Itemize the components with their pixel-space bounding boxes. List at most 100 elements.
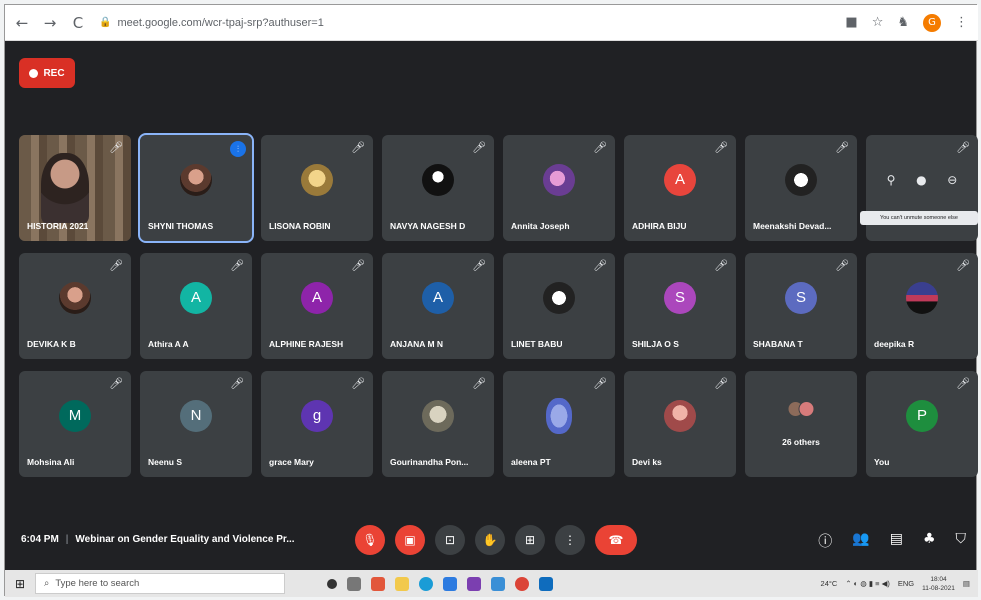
chat-icon[interactable]: ▤ — [890, 531, 903, 551]
present-button[interactable]: ⊞ — [515, 525, 545, 555]
participant-tile[interactable]: 🎤︎ Devi ks — [624, 371, 736, 477]
participant-tile[interactable]: A 🎤︎ Athira A A — [140, 253, 252, 359]
mic-off-icon: 🎤︎ — [714, 141, 728, 154]
participant-tile[interactable]: 🎤︎ HISTORIA 2021 — [19, 135, 131, 241]
participant-tile[interactable]: 🎤︎ Gourinandha Pon... — [382, 371, 494, 477]
tray-icons[interactable]: ⌃ ◐ ◍ ▮ ≡ ◀) — [845, 579, 890, 588]
app-icon[interactable] — [371, 576, 385, 591]
meeting-title: Webinar on Gender Equality and Violence … — [75, 534, 295, 545]
participant-tile[interactable]: 🎤︎ aleena PT — [503, 371, 615, 477]
rec-label: REC — [43, 67, 65, 79]
more-options-button[interactable]: ⋮ — [555, 525, 585, 555]
participant-tile[interactable]: S 🎤︎ SHABANA T — [745, 253, 857, 359]
participant-tile[interactable]: 🎤︎ deepika R — [866, 253, 978, 359]
mic-off-icon: 🎤︎ — [109, 377, 123, 390]
remove-icon[interactable]: ⊖ — [947, 173, 957, 187]
language-indicator[interactable]: ENG — [898, 579, 914, 588]
participant-name: Annita Joseph — [511, 221, 570, 231]
avatar — [664, 399, 696, 432]
forward-icon[interactable]: → — [39, 12, 61, 34]
avatar: S — [664, 281, 696, 314]
participant-tile[interactable]: A 🎤︎ ANJANA M N — [382, 253, 494, 359]
raise-hand-button[interactable]: ✋ — [475, 525, 505, 555]
participant-tile[interactable]: 🎤︎ Annita Joseph — [503, 135, 615, 241]
participant-tile[interactable]: g 🎤︎ grace Mary — [261, 371, 373, 477]
call-controls: 🎙 ▣ ⊡ ✋ ⊞ ⋮ ☎ — [355, 525, 637, 555]
participant-name: Mohsina Ali — [27, 457, 75, 467]
app-icon[interactable] — [467, 576, 481, 591]
avatar: A — [180, 281, 212, 314]
participant-tile[interactable]: ⚲ ● ⊖ 🎤︎ — [866, 135, 978, 241]
participant-tile[interactable]: S 🎤︎ SHILJA O S — [624, 253, 736, 359]
clock[interactable]: 18:04 11-08-2021 — [922, 575, 955, 593]
participant-tile[interactable]: 🎤︎ DEVIKA K B — [19, 253, 131, 359]
avatar: P — [906, 399, 938, 432]
people-icon[interactable]: 👥 — [852, 531, 869, 551]
leave-call-button[interactable]: ☎ — [595, 525, 637, 555]
taskbar-search[interactable]: ⌕ Type here to search — [35, 573, 285, 594]
notifications-icon[interactable]: ▤ — [963, 579, 970, 588]
lock-icon: 🔒 — [99, 17, 112, 28]
activities-icon[interactable]: ♣ — [923, 531, 936, 551]
windows-start-icon[interactable]: ⊞ — [5, 570, 35, 597]
participant-tile[interactable]: N 🎤︎ Neenu S — [140, 371, 252, 477]
avatar: A — [422, 281, 454, 314]
mic-off-icon: 🎤︎ — [230, 259, 244, 272]
info-icon[interactable]: ⓘ — [818, 531, 832, 551]
participant-name: Neenu S — [148, 457, 183, 467]
participant-name: aleena PT — [511, 457, 551, 467]
captions-button[interactable]: ⊡ — [435, 525, 465, 555]
mic-off-button[interactable]: 🎙 — [355, 525, 385, 555]
reload-icon[interactable]: C — [67, 12, 89, 34]
participant-name: ANJANA M N — [390, 339, 444, 349]
participant-tile[interactable]: P 🎤︎ You — [866, 371, 978, 477]
mute-icon[interactable]: ● — [916, 173, 926, 187]
search-placeholder: Type here to search — [55, 578, 140, 589]
participant-name: DEVIKA K B — [27, 339, 76, 349]
back-icon[interactable]: ← — [11, 12, 33, 34]
taskbar-apps — [327, 576, 553, 591]
participant-tile[interactable]: 🎤︎ LISONA ROBIN — [261, 135, 373, 241]
mic-off-icon: 🎤︎ — [835, 259, 849, 272]
tooltip: You can't unmute someone else — [860, 211, 978, 225]
task-view-icon[interactable] — [347, 576, 361, 591]
address-bar[interactable]: 🔒 meet.google.com/wcr-tpaj-srp?authuser=… — [99, 11, 699, 35]
extensions-icon[interactable]: ♞ — [897, 15, 909, 30]
mic-off-icon: 🎤︎ — [109, 259, 123, 272]
store-icon[interactable] — [443, 576, 457, 591]
edge-icon[interactable] — [419, 576, 433, 591]
system-tray: 24°C ⌃ ◐ ◍ ▮ ≡ ◀) ENG 18:04 11-08-2021 ▤ — [821, 575, 970, 593]
meeting-tools: ⓘ 👥 ▤ ♣ ⛉ — [818, 531, 966, 551]
avatar — [543, 281, 575, 314]
mic-off-icon: 🎤︎ — [472, 141, 486, 154]
mic-off-icon: 🎤︎ — [109, 141, 123, 154]
participant-tile[interactable]: A 🎤︎ ADHIRA BIJU — [624, 135, 736, 241]
participant-tile[interactable]: 26 others — [745, 371, 857, 477]
avatar: g — [301, 399, 333, 432]
camera-icon[interactable]: ■ — [845, 15, 857, 30]
file-explorer-icon[interactable] — [395, 576, 409, 591]
participant-tile[interactable]: A 🎤︎ ALPHINE RAJESH — [261, 253, 373, 359]
pin-icon[interactable]: ⚲ — [887, 173, 896, 187]
weather-text[interactable]: 24°C — [821, 579, 838, 588]
participant-tile[interactable]: M 🎤︎ Mohsina Ali — [19, 371, 131, 477]
participant-tile[interactable]: ⫶ SHYNI THOMAS — [138, 133, 254, 243]
profile-avatar[interactable]: G — [923, 13, 941, 32]
chrome-icon[interactable] — [515, 576, 529, 591]
host-controls-icon[interactable]: ⛉ — [956, 531, 967, 551]
cortana-icon[interactable] — [327, 578, 337, 589]
participant-tile[interactable]: 🎤︎ LINET BABU — [503, 253, 615, 359]
mail-icon[interactable] — [491, 576, 505, 591]
participant-name: HISTORIA 2021 — [27, 221, 89, 231]
menu-icon[interactable]: ⋮ — [955, 15, 968, 30]
participant-tile[interactable]: 🎤︎ Meenakshi Devad... — [745, 135, 857, 241]
separator: | — [65, 534, 69, 545]
participant-name: You — [874, 457, 890, 467]
clock-date: 11-08-2021 — [922, 584, 955, 592]
star-icon[interactable]: ☆ — [872, 15, 884, 30]
participant-tile[interactable]: 🎤︎ NAVYA NAGESH D — [382, 135, 494, 241]
mic-off-icon: 🎤︎ — [472, 259, 486, 272]
camera-off-button[interactable]: ▣ — [395, 525, 425, 555]
app-icon[interactable] — [539, 576, 553, 591]
avatar — [422, 399, 454, 432]
